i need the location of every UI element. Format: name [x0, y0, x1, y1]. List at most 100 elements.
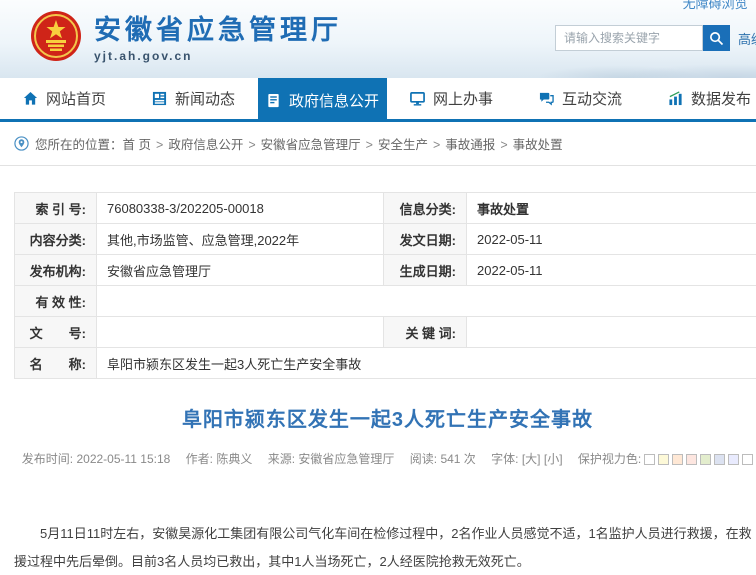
site-logo[interactable]: 安徽省应急管理厅 yjt.ah.gov.cn	[30, 8, 342, 63]
breadcrumb-trail: 首 页 > 政府信息公开 > 安徽省应急管理厅 > 安全生产 > 事故通报 > 事故处置	[123, 134, 563, 153]
color-swatch[interactable]	[644, 454, 655, 465]
field-value: 76080338-3/202205-00018	[97, 193, 384, 224]
views-value: 541 次	[440, 452, 475, 466]
breadcrumb-link[interactable]: 政府信息公开	[168, 138, 243, 152]
nav-label: 政府信息公开	[289, 90, 379, 111]
breadcrumb-separator: >	[366, 138, 373, 152]
field-value	[97, 286, 756, 317]
search-input[interactable]	[555, 25, 703, 51]
breadcrumb-link[interactable]: 事故通报	[445, 138, 495, 152]
font-size-label: 字体:	[491, 452, 518, 466]
field-label: 索 引 号:	[15, 193, 97, 224]
color-swatch[interactable]	[686, 454, 697, 465]
font-smaller-button[interactable]: [小]	[544, 452, 563, 466]
brand-text: 安徽省应急管理厅 yjt.ah.gov.cn	[94, 8, 342, 63]
nav-item-home[interactable]: 网站首页	[0, 78, 129, 119]
breadcrumb-label: 您所在的位置：	[35, 134, 123, 153]
publish-time-label: 发布时间:	[22, 452, 73, 466]
field-label: 文 号:	[15, 317, 97, 348]
color-swatch[interactable]	[728, 454, 739, 465]
breadcrumb: 您所在的位置： 首 页 > 政府信息公开 > 安徽省应急管理厅 > 安全生产 > 事故通报 > 事故…	[0, 122, 756, 166]
info-table: 索 引 号: 76080338-3/202205-00018 信息分类: 事故处…	[14, 192, 756, 379]
field-value: 2022-05-11	[467, 255, 756, 286]
field-value: 2022-05-11	[467, 224, 756, 255]
page: 无障碍浏览| 安徽省应急管理厅 yjt.ah.gov.cn	[0, 0, 756, 575]
nav-label: 互动交流	[562, 88, 622, 109]
field-label: 关 键 词:	[384, 317, 467, 348]
table-row: 发布机构: 安徽省应急管理厅 生成日期: 2022-05-11	[15, 255, 756, 286]
accessibility-link[interactable]: 无障碍浏览	[683, 0, 748, 11]
field-label: 生成日期:	[384, 255, 467, 286]
color-swatch[interactable]	[700, 454, 711, 465]
author-label: 作者:	[186, 452, 213, 466]
field-value	[97, 317, 384, 348]
source-label: 来源:	[268, 452, 295, 466]
nav-item-data[interactable]: 数据发布	[645, 78, 756, 119]
table-row: 有 效 性:	[15, 286, 756, 317]
table-row: 文 号: 关 键 词:	[15, 317, 756, 348]
field-label: 发文日期:	[384, 224, 467, 255]
breadcrumb-link[interactable]: 安全生产	[378, 138, 428, 152]
national-emblem-icon	[30, 10, 82, 62]
color-swatch[interactable]	[672, 454, 683, 465]
field-value: 阜阳市颍东区发生一起3人死亡生产安全事故	[97, 348, 756, 379]
field-value	[467, 317, 756, 348]
field-value: 其他,市场监管、应急管理,2022年	[97, 224, 384, 255]
views-label: 阅读:	[410, 452, 437, 466]
publish-time-value: 2022-05-11 15:18	[76, 452, 170, 466]
font-larger-button[interactable]: [大]	[522, 452, 541, 466]
chart-icon	[668, 91, 683, 106]
search-button[interactable]	[703, 25, 730, 51]
search-bar: 高级搜索	[555, 25, 756, 51]
home-icon	[23, 91, 38, 106]
breadcrumb-separator: >	[433, 138, 440, 152]
nav-item-interaction[interactable]: 互动交流	[516, 78, 645, 119]
nav-item-online-service[interactable]: 网上办事	[387, 78, 516, 119]
color-swatch[interactable]	[742, 454, 753, 465]
field-value: 安徽省应急管理厅	[97, 255, 384, 286]
author-value: 陈典义	[216, 452, 252, 466]
nav-item-news[interactable]: 新闻动态	[129, 78, 258, 119]
color-swatch[interactable]	[658, 454, 669, 465]
main-nav: 网站首页 新闻动态 政府信息公开	[0, 78, 756, 122]
top-links: 无障碍浏览|	[683, 0, 756, 12]
breadcrumb-link[interactable]: 安徽省应急管理厅	[261, 138, 361, 152]
field-label: 内容分类:	[15, 224, 97, 255]
table-row: 索 引 号: 76080338-3/202205-00018 信息分类: 事故处…	[15, 193, 756, 224]
field-label: 有 效 性:	[15, 286, 97, 317]
site-header: 无障碍浏览| 安徽省应急管理厅 yjt.ah.gov.cn	[0, 0, 756, 78]
nav-label: 网上办事	[433, 88, 493, 109]
breadcrumb-link[interactable]: 首 页	[123, 138, 151, 152]
breadcrumb-link[interactable]: 事故处置	[513, 138, 563, 152]
location-pin-icon	[14, 136, 29, 151]
source-value: 安徽省应急管理厅	[298, 452, 394, 466]
article-title: 阜阳市颍东区发生一起3人死亡生产安全事故	[14, 403, 756, 432]
field-label: 发布机构:	[15, 255, 97, 286]
news-icon	[152, 91, 167, 106]
nav-item-gov-info[interactable]: 政府信息公开	[258, 78, 387, 122]
article-meta: 发布时间: 2022-05-11 15:18 作者: 陈典义 来源: 安徽省应急…	[14, 450, 756, 468]
magnifier-icon	[709, 31, 724, 46]
advanced-search-link[interactable]: 高级搜索	[738, 29, 756, 48]
eye-protect-swatches	[641, 454, 753, 468]
nav-label: 新闻动态	[175, 88, 235, 109]
nav-label: 数据发布	[691, 88, 751, 109]
chat-icon	[539, 91, 554, 106]
table-row: 内容分类: 其他,市场监管、应急管理,2022年 发文日期: 2022-05-1…	[15, 224, 756, 255]
field-label: 名 称:	[15, 348, 97, 379]
article-body: 5月11日11时左右，安徽昊源化工集团有限公司气化车间在检修过程中，2名作业人员…	[14, 520, 756, 575]
breadcrumb-separator: >	[248, 138, 255, 152]
breadcrumb-separator: >	[156, 138, 163, 152]
nav-label: 网站首页	[46, 88, 106, 109]
field-value: 事故处置	[467, 193, 756, 224]
table-row: 名 称: 阜阳市颍东区发生一起3人死亡生产安全事故	[15, 348, 756, 379]
color-swatch[interactable]	[714, 454, 725, 465]
breadcrumb-separator: >	[500, 138, 507, 152]
article-paragraph: 5月11日11时左右，安徽昊源化工集团有限公司气化车间在检修过程中，2名作业人员…	[14, 520, 756, 575]
site-url: yjt.ah.gov.cn	[94, 49, 342, 63]
field-label: 信息分类:	[384, 193, 467, 224]
document-icon	[266, 93, 281, 108]
content: 索 引 号: 76080338-3/202205-00018 信息分类: 事故处…	[14, 192, 756, 575]
monitor-icon	[410, 91, 425, 106]
site-name: 安徽省应急管理厅	[94, 8, 342, 47]
